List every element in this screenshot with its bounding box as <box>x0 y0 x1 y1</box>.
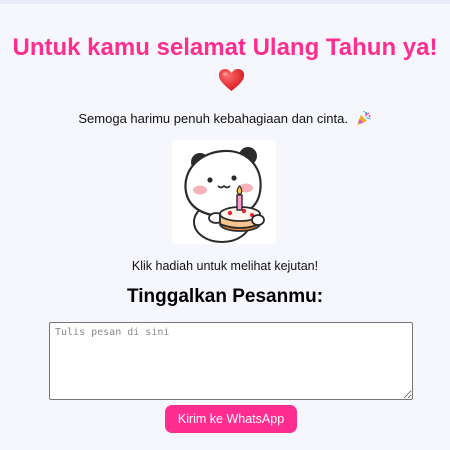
send-whatsapp-button[interactable]: Kirim ke WhatsApp <box>165 405 297 433</box>
party-popper-icon <box>356 110 371 125</box>
panda-birthday-cake-sticker <box>184 147 265 243</box>
greeting-line: Semoga harimu penuh kebahagiaan dan cint… <box>0 110 450 128</box>
page-title: Untuk kamu selamat Ulang Tahun ya! <box>12 34 438 61</box>
message-input[interactable] <box>49 322 413 400</box>
message-heading: Tinggalkan Pesanmu: <box>126 286 324 307</box>
birthday-page: Untuk kamu selamat Ulang Tahun ya! Semog… <box>0 0 450 450</box>
gift-sticker[interactable] <box>172 140 276 244</box>
gift-hint: Klik hadiah untuk melihat kejutan! <box>131 259 319 273</box>
greeting-text: Semoga harimu penuh kebahagiaan dan cint… <box>78 111 348 126</box>
heart-icon <box>218 69 245 91</box>
